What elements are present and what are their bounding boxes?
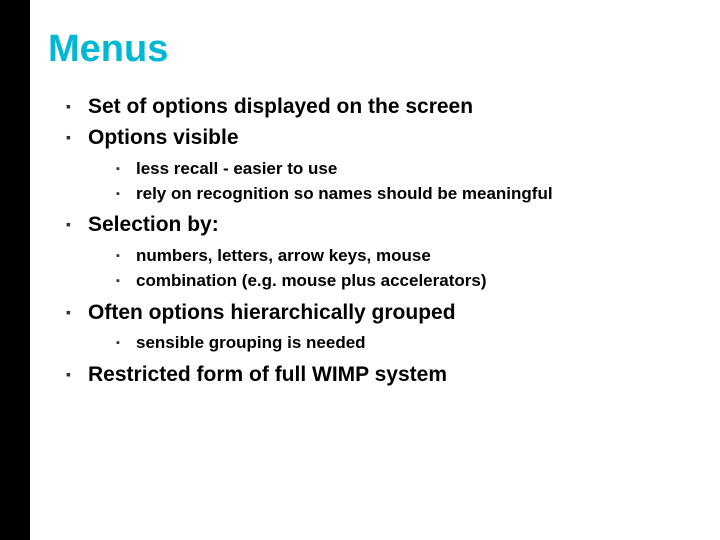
slide-content: Menus Set of options displayed on the sc…	[30, 0, 720, 540]
list-item: Restricted form of full WIMP system	[66, 361, 690, 388]
bullet-text: Set of options displayed on the screen	[88, 95, 473, 118]
sub-list-item: numbers, letters, arrow keys, mouse	[116, 245, 690, 268]
left-sidebar	[0, 0, 30, 540]
bullet-text: Often options hierarchically grouped	[88, 301, 456, 324]
sub-bullet-text: less recall - easier to use	[136, 159, 337, 178]
sub-bullet-text: sensible grouping is needed	[136, 333, 366, 352]
sub-bullet-text: numbers, letters, arrow keys, mouse	[136, 246, 431, 265]
list-item: Options visible less recall - easier to …	[66, 124, 690, 205]
bullet-list: Set of options displayed on the screen O…	[48, 93, 690, 388]
sub-bullet-text: rely on recognition so names should be m…	[136, 184, 553, 203]
bullet-text: Restricted form of full WIMP system	[88, 363, 447, 386]
sub-bullet-list: less recall - easier to use rely on reco…	[88, 158, 690, 206]
sub-bullet-text: combination (e.g. mouse plus accelerator…	[136, 271, 486, 290]
sub-bullet-list: numbers, letters, arrow keys, mouse comb…	[88, 245, 690, 293]
sub-bullet-list: sensible grouping is needed	[88, 332, 690, 355]
sub-list-item: combination (e.g. mouse plus accelerator…	[116, 270, 690, 293]
bullet-text: Selection by:	[88, 213, 219, 236]
list-item: Selection by: numbers, letters, arrow ke…	[66, 211, 690, 292]
slide-title: Menus	[48, 28, 690, 71]
list-item: Set of options displayed on the screen	[66, 93, 690, 120]
bullet-text: Options visible	[88, 126, 239, 149]
list-item: Often options hierarchically grouped sen…	[66, 299, 690, 355]
sub-list-item: sensible grouping is needed	[116, 332, 690, 355]
sub-list-item: less recall - easier to use	[116, 158, 690, 181]
sub-list-item: rely on recognition so names should be m…	[116, 183, 690, 206]
